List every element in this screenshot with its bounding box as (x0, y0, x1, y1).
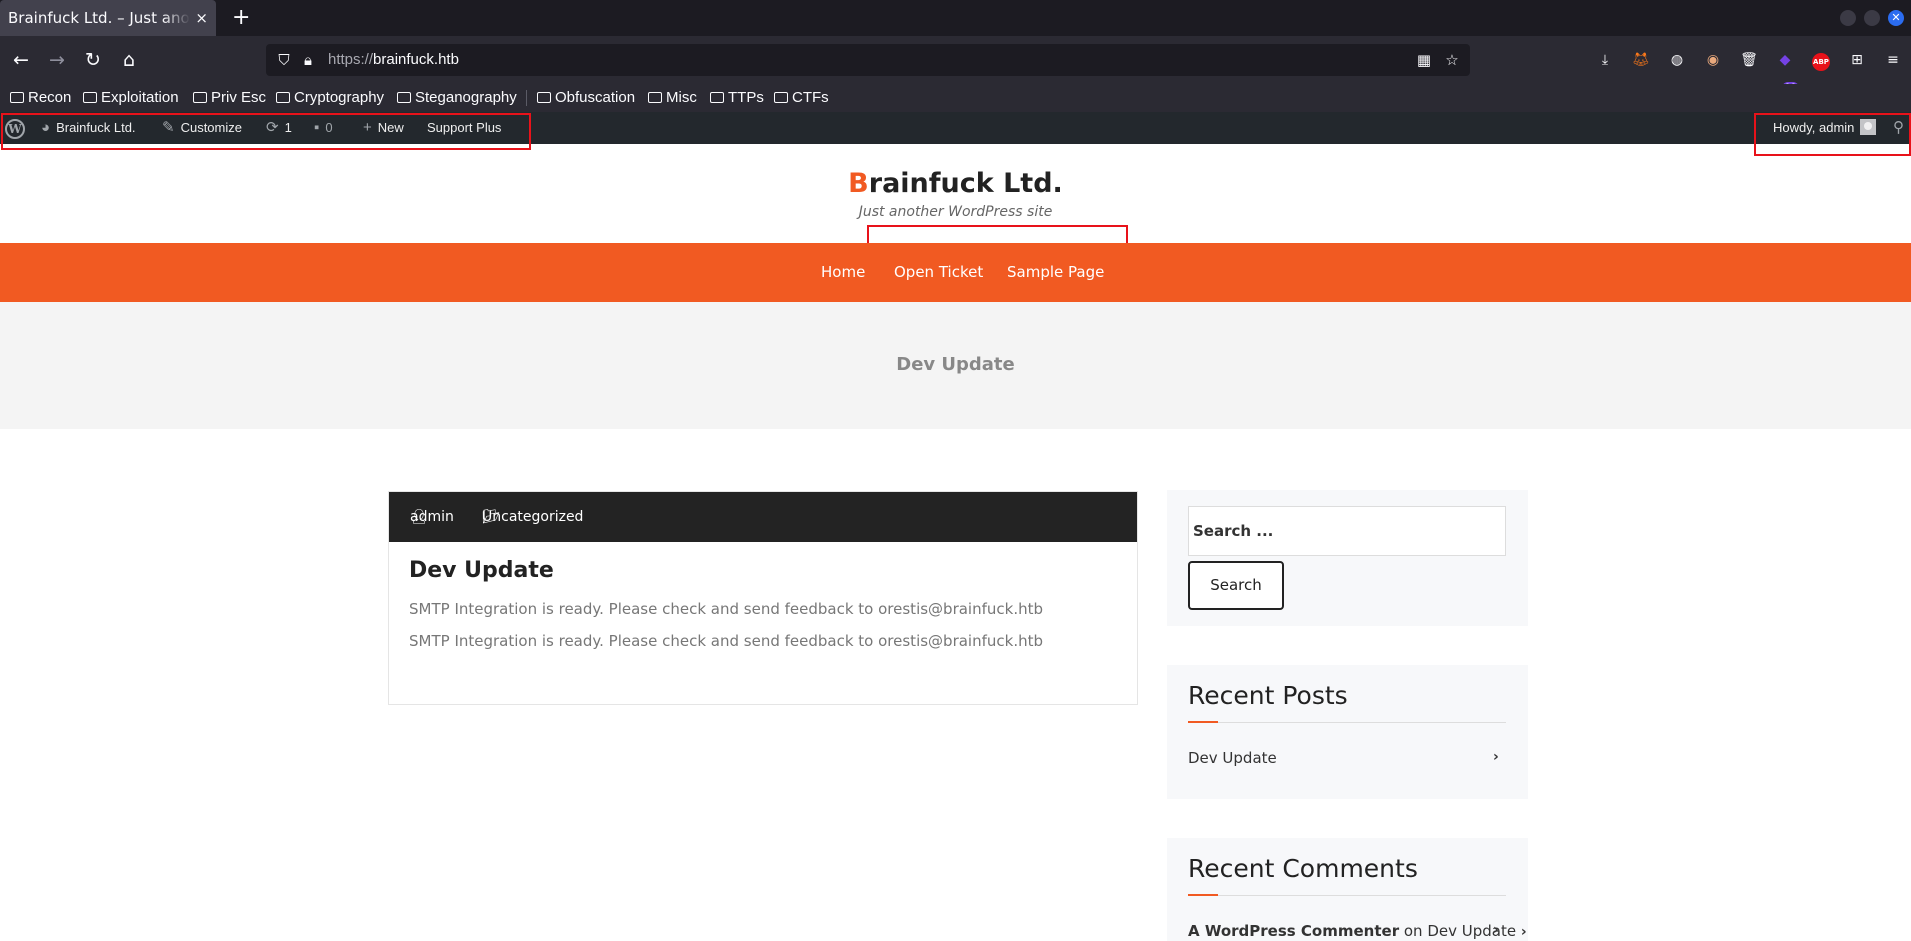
forward-icon[interactable]: → (44, 47, 70, 73)
folder-icon (774, 92, 788, 103)
bookmark-cryptography[interactable]: Cryptography (276, 84, 384, 112)
bookmark-exploitation[interactable]: Exploitation (83, 84, 179, 112)
url-host: brainfuck.htb (373, 51, 459, 68)
back-icon[interactable]: ← (8, 47, 34, 73)
chevron-right-icon: › (1493, 749, 1499, 765)
minimize-window-icon[interactable] (1840, 10, 1856, 26)
folder-icon (710, 92, 724, 103)
trash-icon[interactable]: 🗑︎ (1738, 49, 1760, 71)
comment-author-link[interactable]: A WordPress Commenter (1188, 922, 1399, 940)
recent-comments-title: Recent Comments (1188, 854, 1418, 883)
nav-home[interactable]: Home (821, 243, 865, 302)
browser-tab[interactable]: Brainfuck Ltd. – Just another WordPress … (0, 0, 216, 36)
browser-tab-bar: Brainfuck Ltd. – Just another WordPress … (0, 0, 1911, 36)
site-title[interactable]: Brainfuck Ltd. (0, 168, 1911, 199)
post-body-line: SMTP Integration is ready. Please check … (409, 632, 1043, 650)
bookmarks-bar: Recon Exploitation Priv Esc Cryptography… (0, 84, 1911, 112)
menu-hamburger-icon[interactable]: ≡ (1882, 49, 1904, 71)
tab-close-icon[interactable]: × (195, 0, 208, 36)
search-widget: Search ... Search (1167, 490, 1528, 626)
new-tab-icon[interactable]: + (232, 0, 250, 36)
chevron-right-icon: › (1493, 922, 1499, 938)
nav-open-ticket[interactable]: Open Ticket (894, 243, 983, 302)
folder-icon (83, 92, 97, 103)
folder-icon (276, 92, 290, 103)
extensions-puzzle-icon[interactable]: ⊞ (1846, 49, 1868, 71)
folder-icon (10, 92, 24, 103)
recent-comments-widget: Recent Comments A WordPress Commenter on… (1167, 838, 1528, 941)
highlight-box-admin-bar (1, 113, 531, 150)
folder-icon (193, 92, 207, 103)
folder-icon (397, 92, 411, 103)
bookmark-star-icon[interactable]: ☆ (1442, 50, 1462, 70)
recent-posts-title: Recent Posts (1188, 681, 1348, 710)
search-input[interactable]: Search ... (1188, 506, 1506, 556)
downloads-icon[interactable]: ⤓ (1594, 49, 1616, 71)
nav-sample-page[interactable]: Sample Page (1007, 243, 1104, 302)
bookmark-steganography[interactable]: Steganography (397, 84, 517, 112)
home-icon[interactable]: ⌂ (116, 47, 142, 73)
bookmark-ctfs[interactable]: CTFs (774, 84, 829, 112)
widget-divider (1188, 721, 1506, 723)
widget-divider (1188, 894, 1506, 896)
post-meta: 👤︎ admin 📂︎ Uncategorized (389, 492, 1137, 542)
recent-comment-item: A WordPress Commenter on Dev Update › (1188, 922, 1527, 940)
highlight-box-account (1754, 113, 1911, 156)
post-body-line: SMTP Integration is ready. Please check … (409, 600, 1043, 618)
post-card: 👤︎ admin 📂︎ Uncategorized Dev Update SMTP… (388, 491, 1138, 705)
bookmark-ttps[interactable]: TTPs (710, 84, 764, 112)
browser-toolbar: ← → ↻ ⌂ ⛉ 🔒︎ https://brainfuck.htb ▦ ☆ ⤓… (0, 36, 1911, 94)
folder-icon (537, 92, 551, 103)
bookmark-misc[interactable]: Misc (648, 84, 697, 112)
chevron-right-icon: › (1520, 924, 1527, 940)
search-button[interactable]: Search (1188, 561, 1284, 610)
page-banner: Dev Update (0, 302, 1911, 429)
bookmark-recon[interactable]: Recon (10, 84, 71, 112)
site-tagline: Just another WordPress site (858, 204, 1053, 220)
foxyproxy-icon[interactable]: 🦊︎ (1630, 49, 1652, 71)
comment-post-link[interactable]: Dev Update (1427, 922, 1516, 940)
url-scheme: https:// (328, 51, 374, 68)
owl-extension-icon[interactable]: ◉ (1702, 49, 1724, 71)
folder-icon (648, 92, 662, 103)
bookmarks-separator (526, 90, 527, 106)
close-window-icon[interactable]: ✕ (1888, 10, 1904, 26)
main-navigation: Home Open Ticket Sample Page (0, 243, 1911, 302)
recent-posts-widget: Recent Posts Dev Update › (1167, 665, 1528, 799)
lock-icon[interactable]: 🔒︎ (298, 50, 318, 70)
shield-icon[interactable]: ⛉ (274, 50, 294, 70)
recent-post-link[interactable]: Dev Update (1188, 749, 1277, 767)
tab-title: Brainfuck Ltd. – Just another WordPress … (8, 9, 190, 27)
reader-grid-icon[interactable]: ▦ (1414, 50, 1434, 70)
extension-shield-icon[interactable]: ◆ (1774, 49, 1796, 71)
banner-title: Dev Update (896, 354, 1015, 375)
maximize-window-icon[interactable] (1864, 10, 1880, 26)
url-bar[interactable]: ⛉ 🔒︎ https://brainfuck.htb ▦ ☆ (266, 44, 1470, 76)
bookmark-priv-esc[interactable]: Priv Esc (193, 84, 266, 112)
bookmark-obfuscation[interactable]: Obfuscation (537, 84, 635, 112)
cookie-icon[interactable]: ◍ (1666, 49, 1688, 71)
url-text[interactable]: https://brainfuck.htb (328, 44, 459, 76)
post-title[interactable]: Dev Update (409, 558, 554, 583)
adblock-plus-icon[interactable]: ABP (1812, 53, 1830, 71)
reload-icon[interactable]: ↻ (80, 47, 106, 73)
